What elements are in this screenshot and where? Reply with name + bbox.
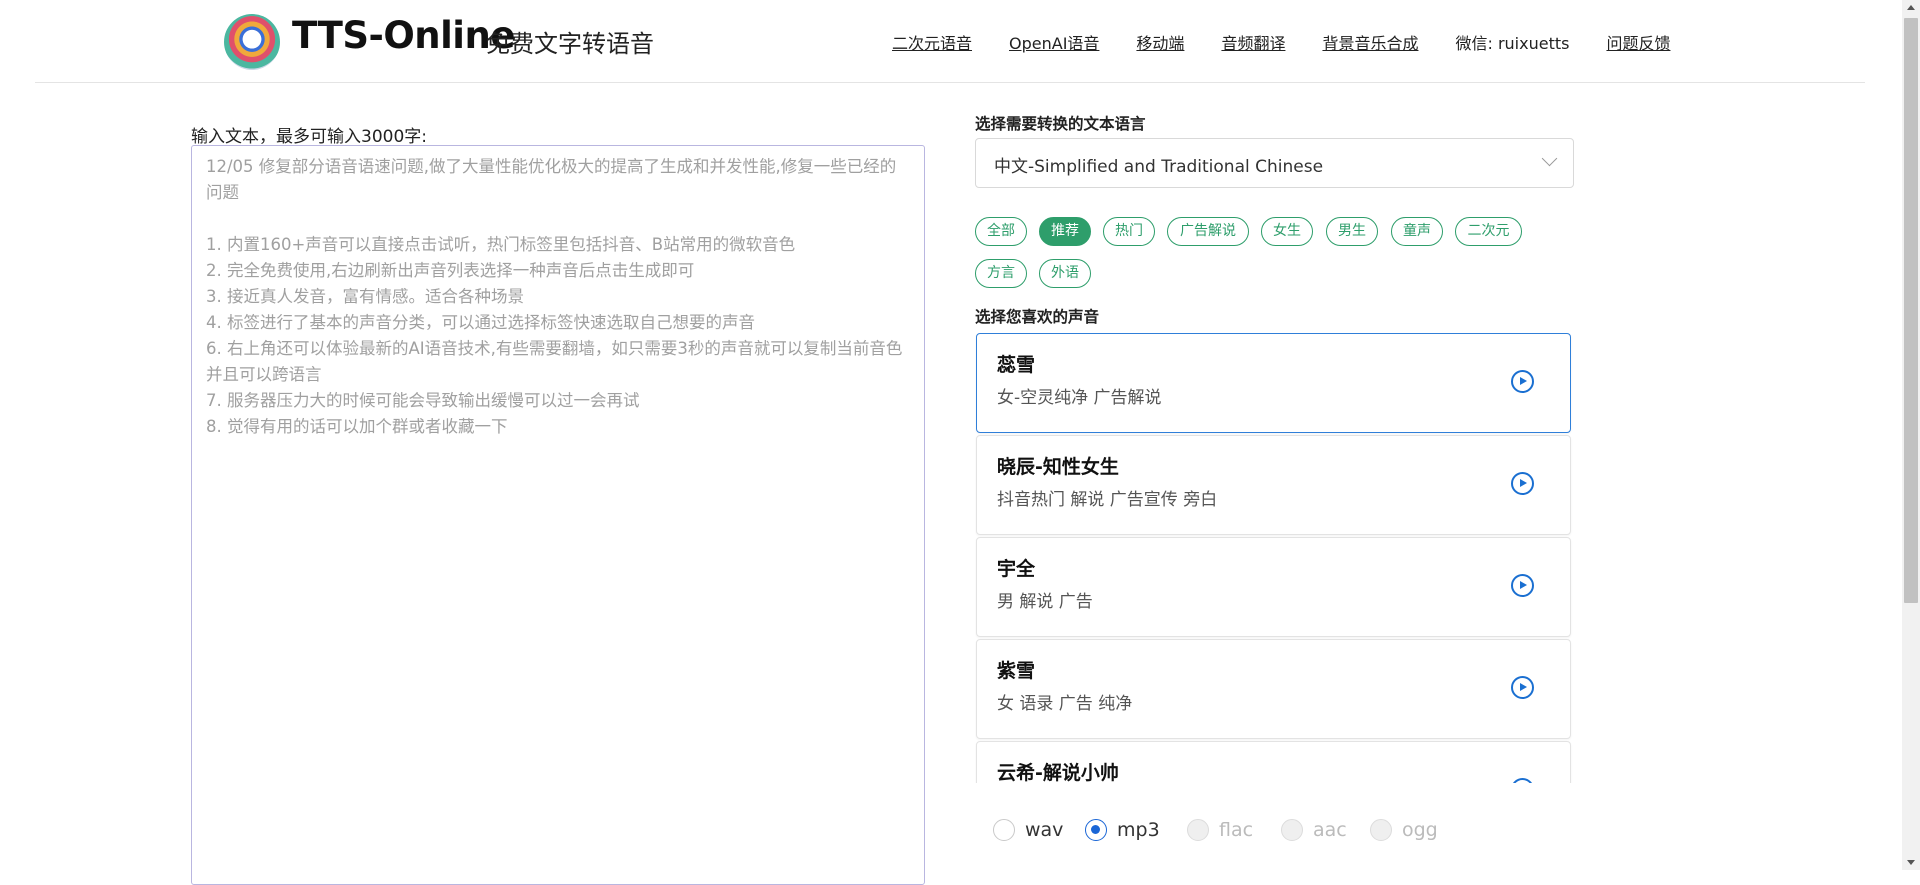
text-input[interactable]: 12/05 修复部分语音语速问题,做了大量性能优化极大的提高了生成和并发性能,修…	[191, 145, 925, 885]
play-icon[interactable]	[1511, 370, 1534, 393]
header-divider	[35, 82, 1865, 83]
tag-female[interactable]: 女生	[1261, 217, 1313, 246]
voice-name: 紫雪	[997, 660, 1036, 682]
nav-feedback[interactable]: 问题反馈	[1606, 30, 1670, 54]
input-label: 输入文本，最多可输入3000字:	[191, 127, 427, 147]
language-select[interactable]: 中文-Simplified and Traditional Chinese	[975, 138, 1574, 188]
voice-card[interactable]: 紫雪 女 语录 广告 纯净	[976, 639, 1571, 739]
tag-recommended[interactable]: 推荐	[1039, 217, 1091, 246]
brand-name[interactable]: TTS-Online	[292, 14, 515, 57]
tag-dialect[interactable]: 方言	[975, 259, 1027, 288]
radio-button	[1281, 819, 1303, 841]
format-label: wav	[1025, 819, 1064, 841]
tag-all[interactable]: 全部	[975, 217, 1027, 246]
nav-openai-voice[interactable]: OpenAI语音	[1009, 30, 1099, 54]
voice-desc: 抖音热门 解说 广告宣传 旁白	[997, 490, 1218, 510]
nav-anime-voice[interactable]: 二次元语音	[892, 30, 972, 54]
scrollbar-thumb[interactable]	[1904, 18, 1918, 603]
play-icon[interactable]	[1511, 676, 1534, 699]
voice-card[interactable]: 蕊雪 女-空灵纯净 广告解说	[976, 333, 1571, 433]
voice-label: 选择您喜欢的声音	[975, 308, 1100, 326]
top-nav: 二次元语音 OpenAI语音 移动端 音频翻译 背景音乐合成 微信: ruixu…	[892, 30, 1707, 54]
voice-desc: 男 解说 广告	[997, 592, 1093, 612]
voice-desc: 女-空灵纯净 广告解说	[997, 388, 1162, 408]
tag-anime[interactable]: 二次元	[1455, 217, 1522, 246]
radio-button[interactable]	[1085, 819, 1107, 841]
header: TTS-Online 免费文字转语音 二次元语音 OpenAI语音 移动端 音频…	[0, 0, 1920, 82]
format-label: ogg	[1402, 819, 1438, 841]
format-label: mp3	[1117, 819, 1160, 841]
wechat-contact: 微信: ruixuetts	[1455, 34, 1570, 53]
nav-audio-translate[interactable]: 音频翻译	[1221, 30, 1285, 54]
logo[interactable]	[224, 14, 280, 70]
format-label: flac	[1219, 819, 1254, 841]
format-label: aac	[1313, 819, 1347, 841]
play-icon[interactable]	[1511, 472, 1534, 495]
voice-name: 晓辰-知性女生	[997, 456, 1119, 478]
voice-name: 蕊雪	[997, 354, 1036, 376]
voice-list[interactable]: 蕊雪 女-空灵纯净 广告解说 晓辰-知性女生 抖音热门 解说 广告宣传 旁白 宇…	[975, 333, 1575, 783]
tag-ad-narration[interactable]: 广告解说	[1167, 217, 1249, 246]
voice-card[interactable]: 宇全 男 解说 广告	[976, 537, 1571, 637]
radio-button	[1187, 819, 1209, 841]
play-icon[interactable]	[1511, 574, 1534, 597]
scroll-up-icon[interactable]	[1907, 5, 1915, 10]
tag-hot[interactable]: 热门	[1103, 217, 1155, 246]
nav-bgm-mix[interactable]: 背景音乐合成	[1322, 30, 1418, 54]
nav-mobile[interactable]: 移动端	[1136, 30, 1184, 54]
voice-desc: 女 语录 广告 纯净	[997, 694, 1133, 714]
language-selected-value: 中文-Simplified and Traditional Chinese	[994, 157, 1324, 177]
play-icon[interactable]	[1511, 778, 1534, 783]
radio-button[interactable]	[993, 819, 1015, 841]
voice-name: 宇全	[997, 558, 1036, 580]
brand-subtitle: 免费文字转语音	[486, 30, 654, 58]
chevron-down-icon	[1541, 150, 1558, 167]
page-scrollbar[interactable]	[1902, 0, 1920, 870]
tag-male[interactable]: 男生	[1326, 217, 1378, 246]
voice-name: 云希-解说小帅	[997, 762, 1119, 783]
tag-foreign[interactable]: 外语	[1039, 259, 1091, 288]
tag-child[interactable]: 童声	[1391, 217, 1443, 246]
language-label: 选择需要转换的文本语言	[975, 115, 1146, 133]
voice-card[interactable]: 晓辰-知性女生 抖音热门 解说 广告宣传 旁白	[976, 435, 1571, 535]
radio-button	[1370, 819, 1392, 841]
voice-card[interactable]: 云希-解说小帅	[976, 741, 1571, 783]
scroll-down-icon[interactable]	[1907, 860, 1915, 865]
